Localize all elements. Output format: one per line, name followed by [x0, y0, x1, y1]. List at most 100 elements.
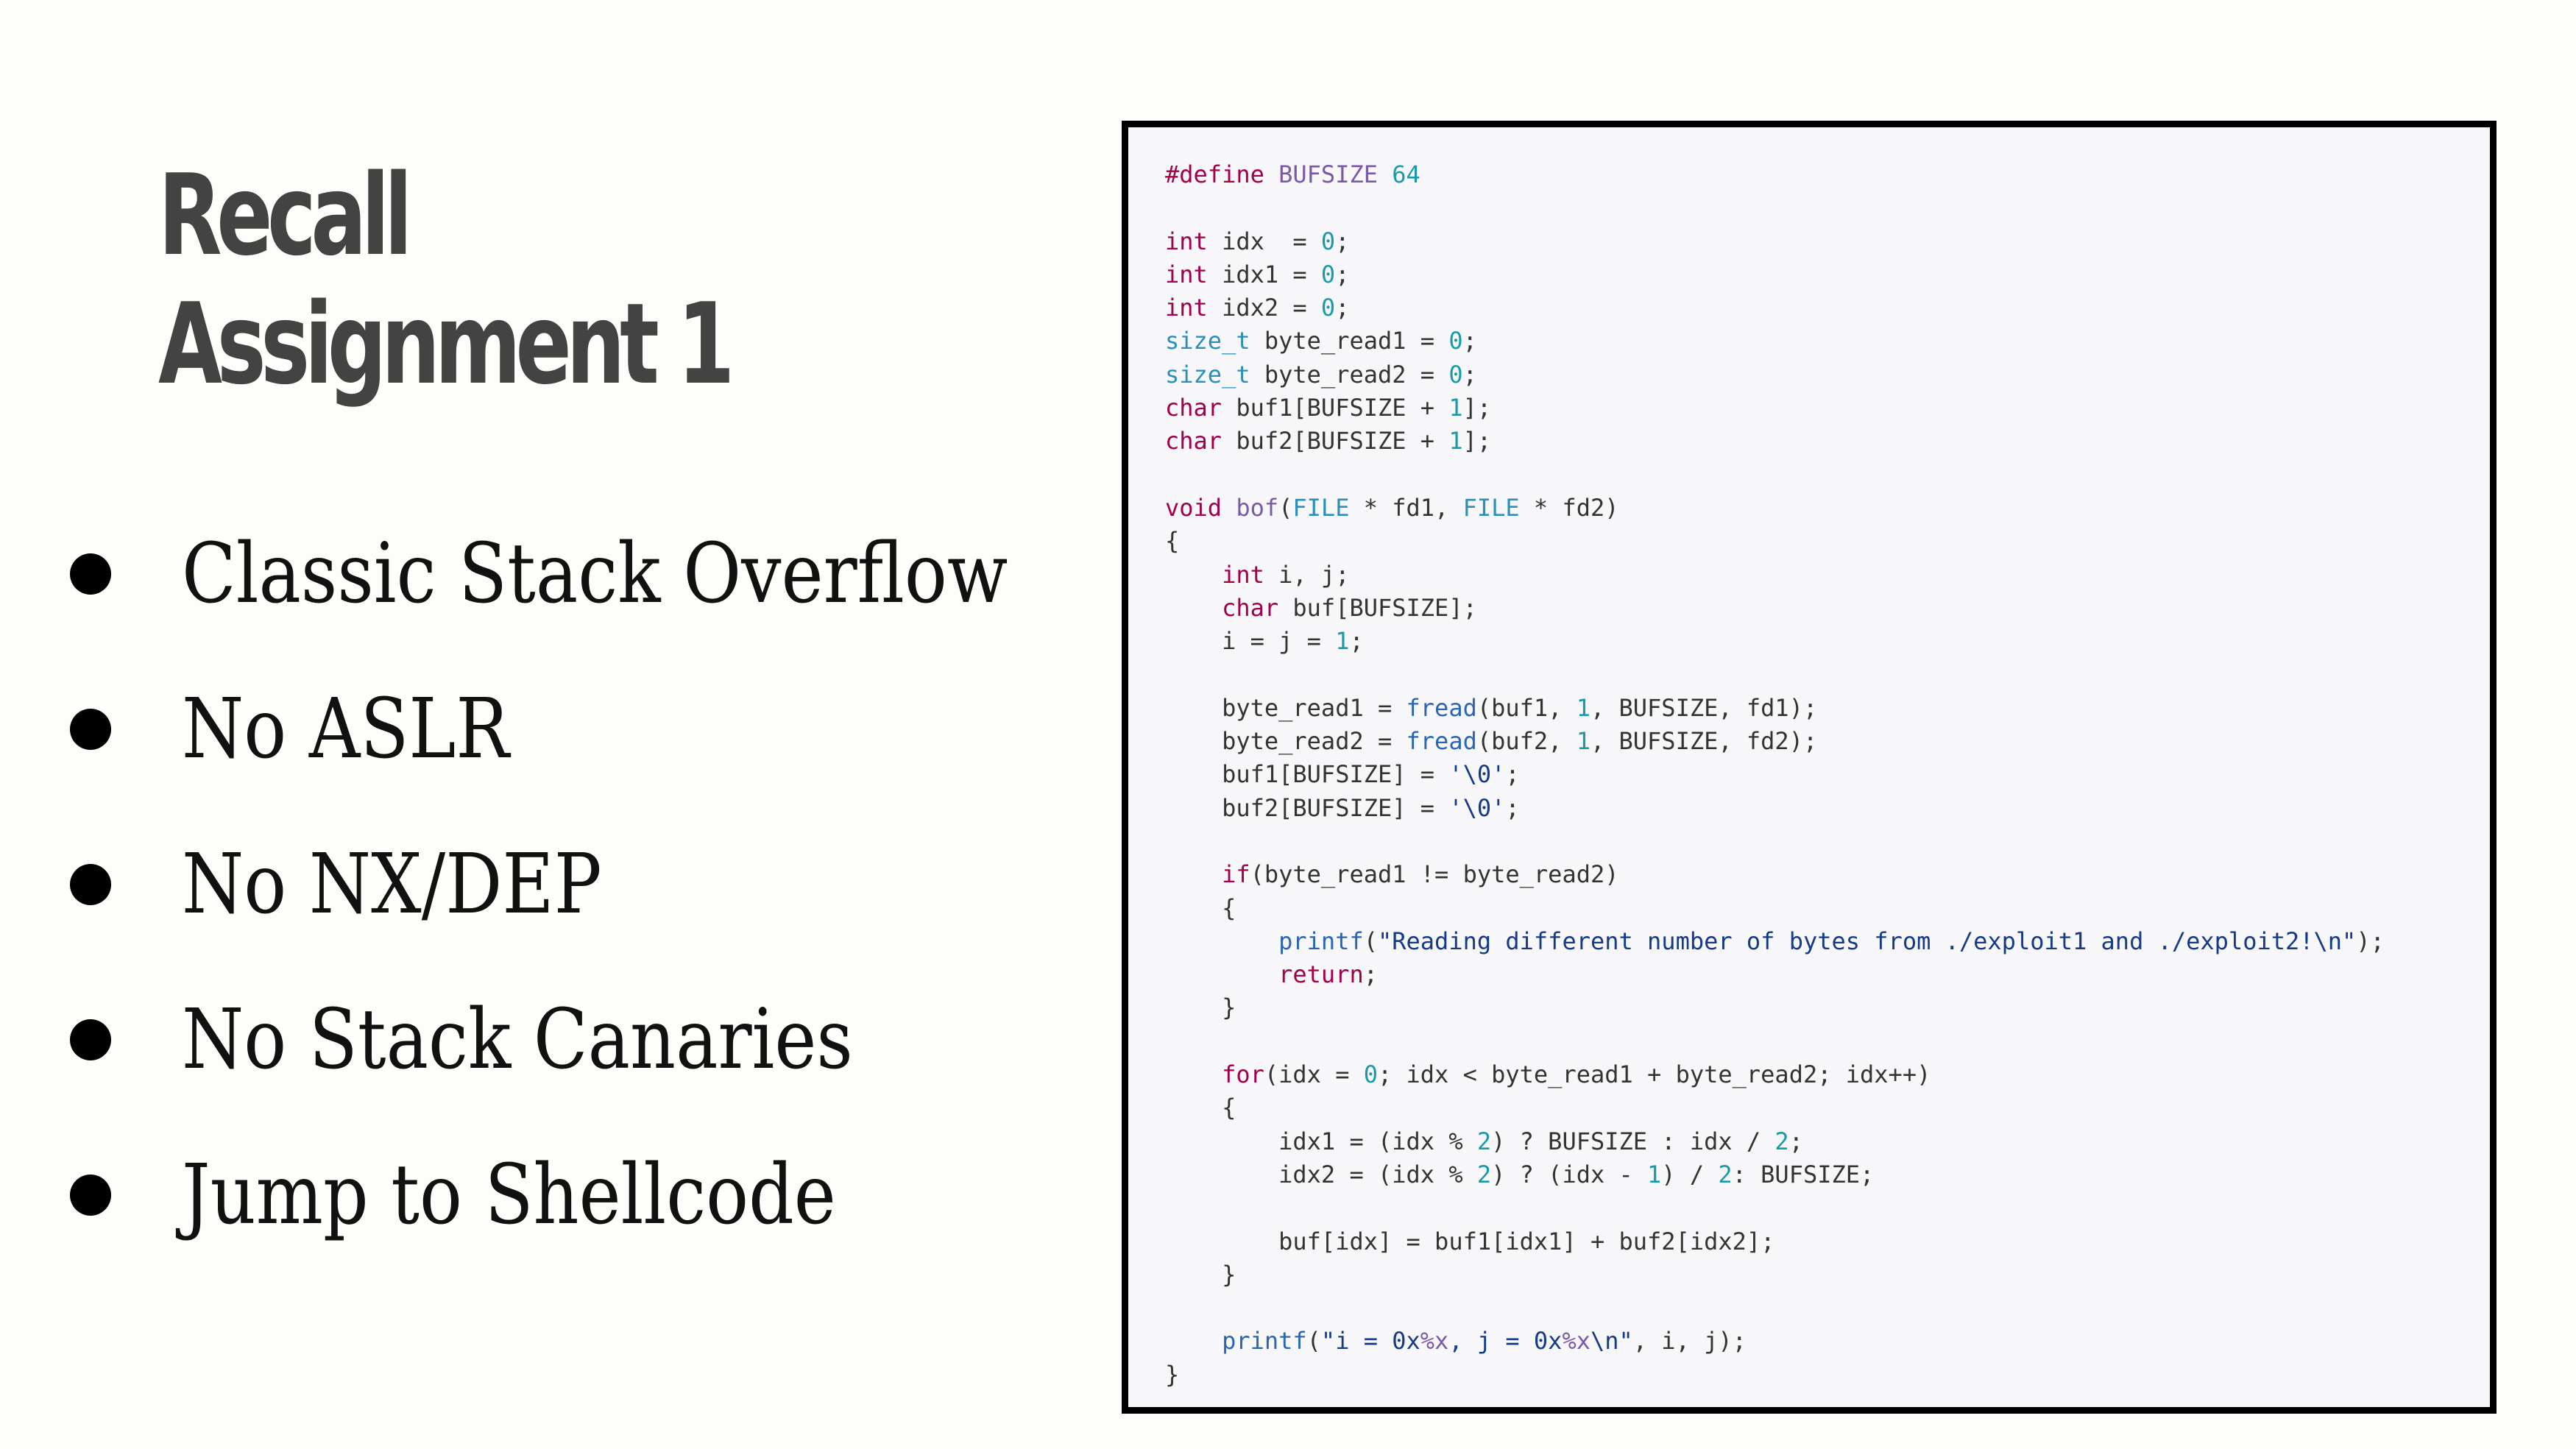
code-token: BUFSIZE — [1278, 160, 1393, 188]
code-token: } — [1165, 1260, 1236, 1289]
code-token: fread — [1406, 727, 1477, 756]
code-token: ; — [1462, 360, 1477, 389]
code-line: size_t byte_read2 = 0; — [1165, 358, 2385, 392]
code-line: int idx = 0; — [1165, 225, 2385, 258]
code-token: , i, j); — [1632, 1327, 1747, 1356]
code-token: ]; — [1462, 394, 1492, 422]
code-token: void — [1165, 493, 1222, 522]
code-token: "Reading different number of bytes from … — [1377, 927, 2357, 955]
code-token: char — [1165, 427, 1222, 456]
code-token: 0 — [1448, 327, 1463, 355]
code-token: buf2[BUFSIZE] = — [1165, 793, 1449, 822]
code-token: ; — [1505, 793, 1520, 822]
code-line: printf("Reading different number of byte… — [1165, 925, 2385, 958]
code-line: buf[idx] = buf1[idx1] + buf2[idx2]; — [1165, 1225, 2385, 1258]
code-token: ; idx < byte_read1 + byte_read2; idx++) — [1377, 1060, 1931, 1089]
code-token: i, j; — [1264, 560, 1350, 589]
bullet-item: No NX/DEP — [70, 833, 1100, 936]
code-token: 0 — [1320, 227, 1336, 255]
code-token: byte_read2 = — [1250, 360, 1449, 389]
code-token: idx2 = — [1207, 294, 1321, 322]
code-line: { — [1165, 525, 2385, 558]
code-token: byte_read2 = — [1165, 727, 1406, 756]
bullet-text: Classic Stack Overflow — [182, 526, 1008, 622]
code-screenshot: #define BUFSIZE 64 int idx = 0; int idx1 =… — [1122, 121, 2497, 1414]
code-token: idx = — [1207, 227, 1321, 255]
code-line: #define BUFSIZE 64 — [1165, 158, 2385, 191]
code-line: void bof(FILE * fd1, FILE * fd2) — [1165, 492, 2385, 525]
code-token: buf1[BUFSIZE] = — [1165, 760, 1449, 789]
code-line: idx2 = (idx % 2) ? (idx - 1) / 2: BUFSIZ… — [1165, 1158, 2385, 1191]
bullet-text: Jump to Shellcode — [182, 1147, 836, 1243]
code-token: FILE — [1292, 493, 1350, 522]
code-line: byte_read2 = fread(buf2, 1, BUFSIZE, fd2… — [1165, 725, 2385, 758]
code-token: , BUFSIZE, fd2); — [1590, 727, 1818, 756]
code-line: } — [1165, 1258, 2385, 1292]
code-token: ( — [1306, 1327, 1321, 1356]
code-line: for(idx = 0; idx < byte_read1 + byte_rea… — [1165, 1058, 2385, 1091]
code-token: (buf1, — [1476, 693, 1577, 722]
code-line: char buf2[BUFSIZE + 1]; — [1165, 425, 2385, 458]
code-token: return — [1278, 960, 1364, 989]
code-token: ) / — [1661, 1160, 1719, 1188]
bullet-item: No ASLR — [70, 678, 1100, 781]
code-line: if(byte_read1 != byte_read2) — [1165, 858, 2385, 891]
code-line: { — [1165, 892, 2385, 925]
code-token: (byte_read1 != byte_read2) — [1250, 860, 1619, 889]
code-token: byte_read1 = — [1250, 327, 1449, 355]
code-token: int — [1165, 294, 1208, 322]
code-token: char — [1165, 394, 1222, 422]
code-line: idx1 = (idx % 2) ? BUFSIZE : idx / 2; — [1165, 1125, 2385, 1158]
code-line: byte_read1 = fread(buf1, 1, BUFSIZE, fd1… — [1165, 692, 2385, 725]
code-token: 1 — [1448, 427, 1463, 456]
code-token: buf2[BUFSIZE + — [1222, 427, 1449, 456]
code-token: int — [1165, 227, 1208, 255]
code-token: * fd2) — [1519, 493, 1619, 522]
code-token: 0 — [1363, 1060, 1378, 1089]
code-token: fread — [1406, 693, 1477, 722]
code-token: ; — [1335, 294, 1350, 322]
code-line: buf1[BUFSIZE] = '\0'; — [1165, 758, 2385, 791]
code-line: return; — [1165, 958, 2385, 991]
code-token: } — [1165, 1360, 1180, 1389]
code-token: buf1[BUFSIZE + — [1222, 394, 1449, 422]
code-token: "i = 0x — [1320, 1327, 1420, 1356]
bullet-dot-icon — [70, 553, 111, 595]
code-token: idx2 = (idx % — [1165, 1160, 1477, 1188]
bullet-dot-icon — [70, 709, 111, 750]
code-token: 2 — [1718, 1160, 1733, 1188]
code-token: ) ? (idx - — [1491, 1160, 1648, 1188]
bullet-item: Classic Stack Overflow — [70, 522, 1100, 626]
code-line: char buf1[BUFSIZE + 1]; — [1165, 392, 2385, 425]
code-token: bof — [1236, 493, 1279, 522]
code-token: 0 — [1320, 260, 1336, 288]
bullet-text: No ASLR — [182, 681, 509, 777]
code-token: ; — [1363, 960, 1378, 989]
code-line: int idx1 = 0; — [1165, 258, 2385, 291]
code-token: idx1 = (idx % — [1165, 1127, 1477, 1155]
code-token: int — [1165, 260, 1208, 288]
code-token: if — [1222, 860, 1250, 889]
slide-title: Recall Assignment 1 — [158, 151, 735, 408]
bullet-text: No NX/DEP — [182, 837, 602, 932]
code-token: (buf2, — [1476, 727, 1577, 756]
code-token: (idx = — [1264, 1060, 1364, 1089]
code-token: { — [1165, 1094, 1236, 1122]
code-token: ]; — [1462, 427, 1492, 456]
code-token: , BUFSIZE, fd1); — [1590, 693, 1818, 722]
code-token: ; — [1335, 227, 1350, 255]
code-token: * fd1, — [1349, 493, 1463, 522]
code-token: \n" — [1590, 1327, 1633, 1356]
code-token: } — [1165, 993, 1236, 1022]
code-token: '\0' — [1448, 793, 1506, 822]
